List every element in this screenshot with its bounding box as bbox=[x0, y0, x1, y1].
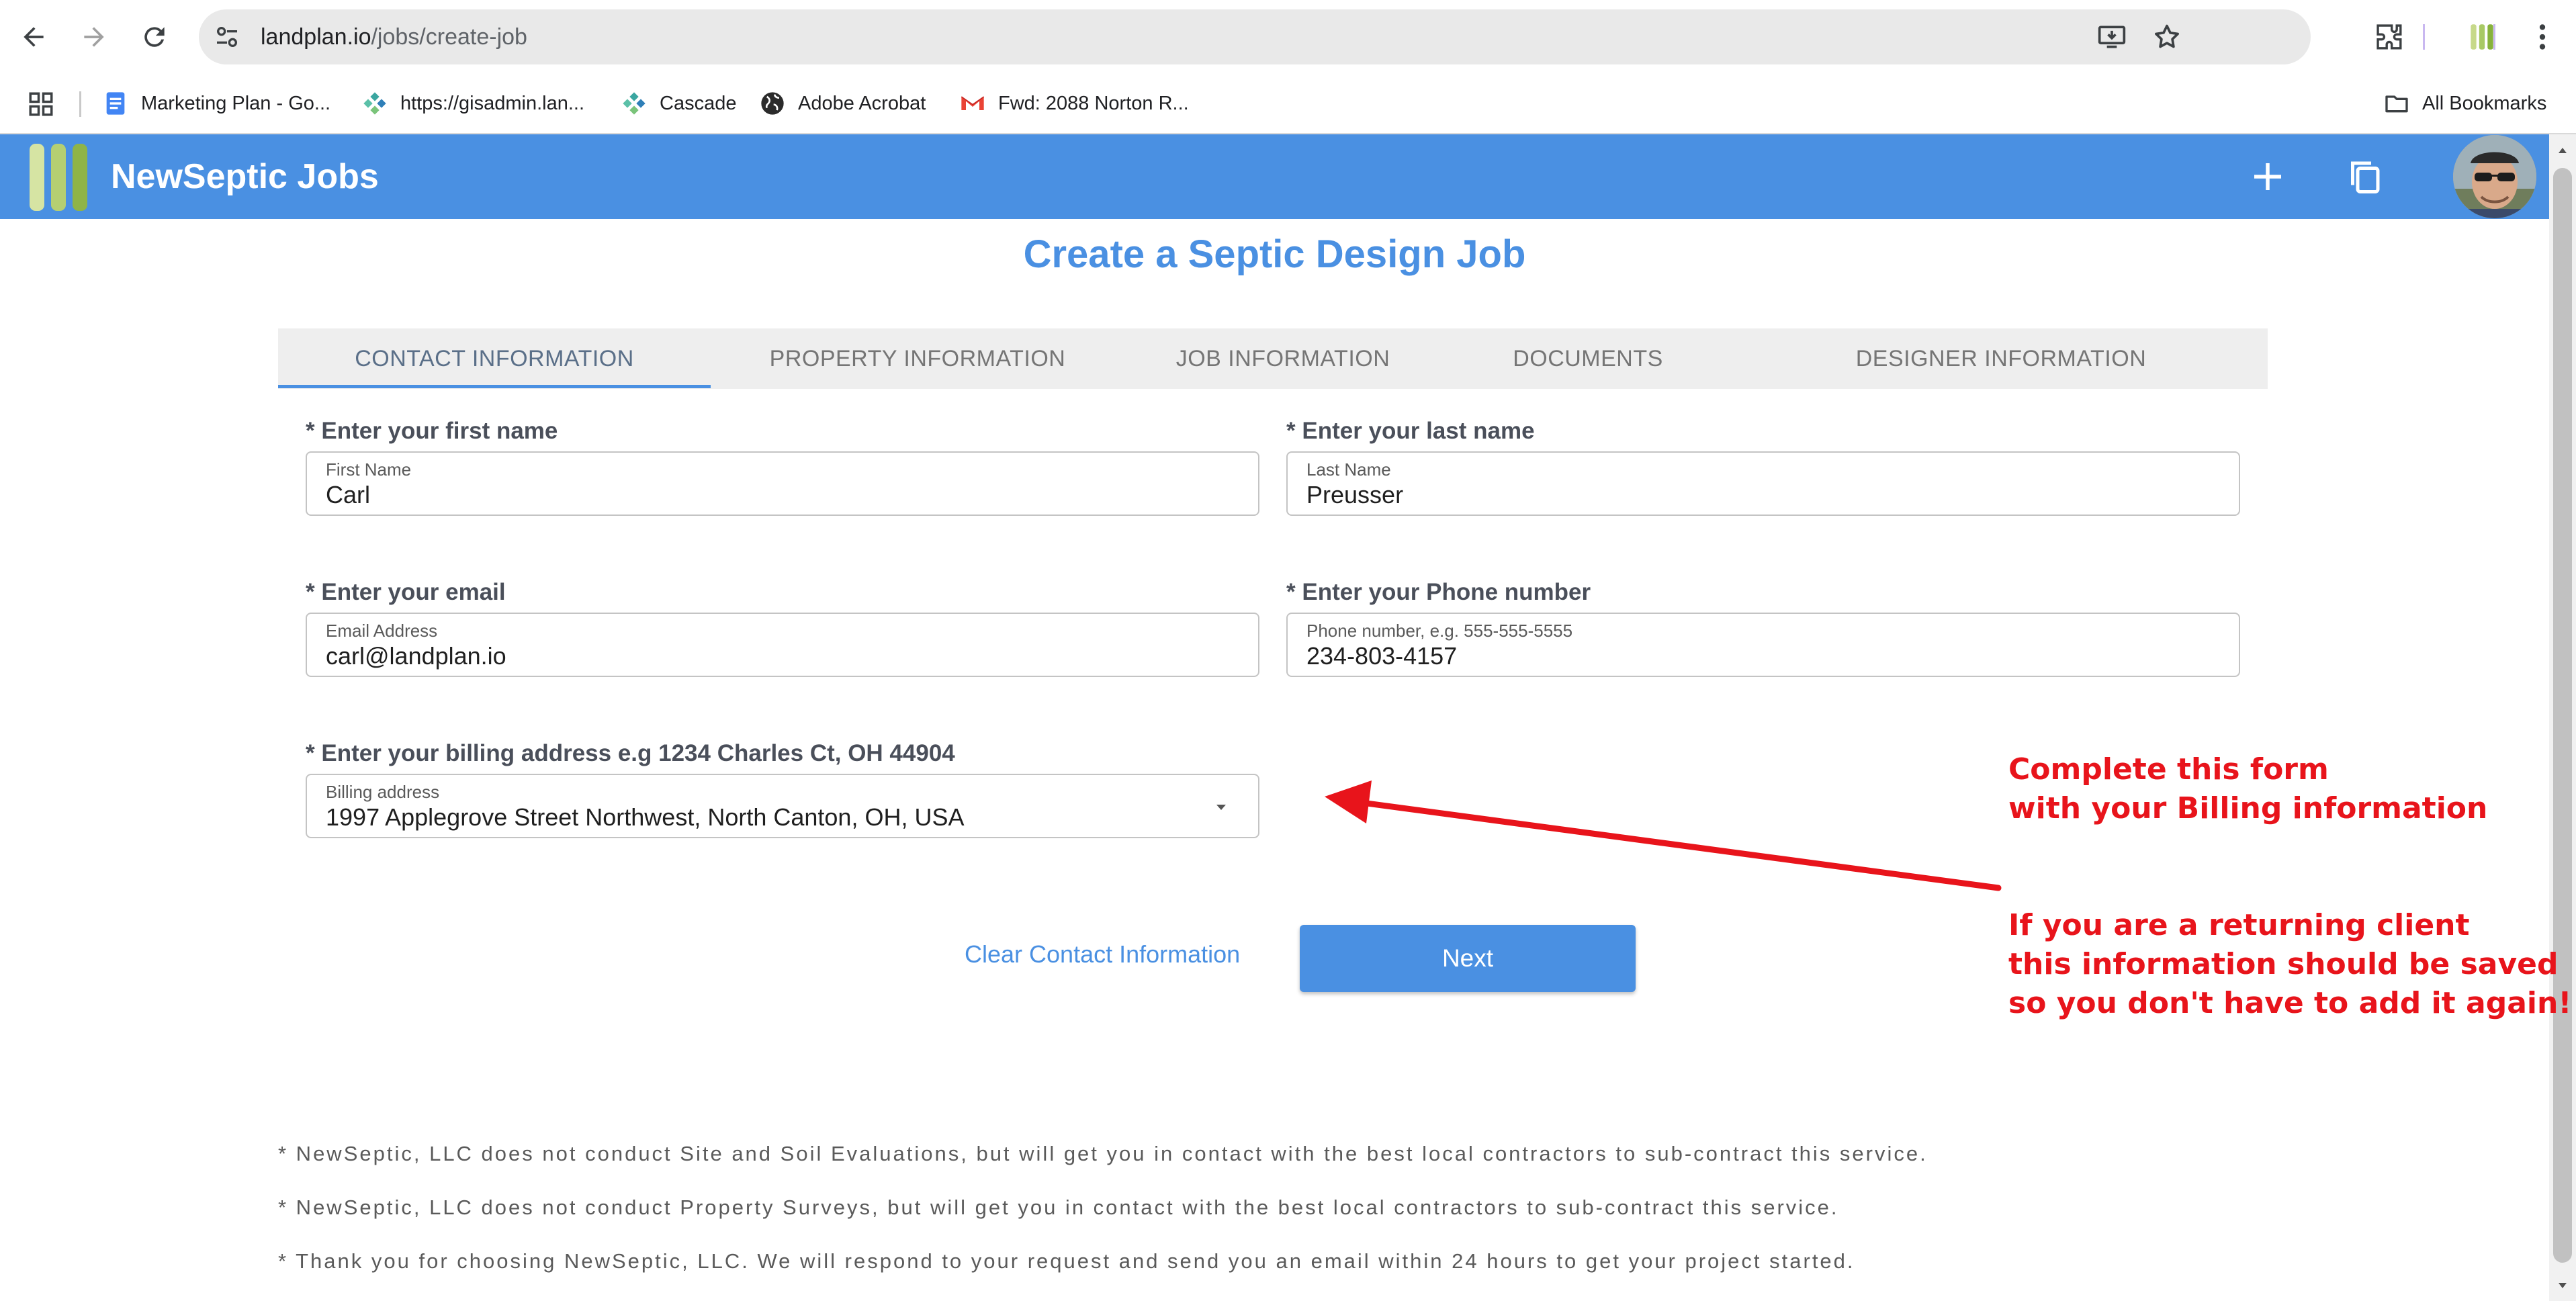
phone-input[interactable] bbox=[1306, 642, 2144, 670]
last-name-input[interactable] bbox=[1306, 481, 2144, 509]
email-prompt: * Enter your email bbox=[306, 579, 506, 605]
last-name-field[interactable]: Last Name bbox=[1286, 451, 2240, 516]
cascade-logo-icon bbox=[623, 92, 646, 115]
address-bar[interactable]: landplan.io/jobs/create-job bbox=[199, 9, 2311, 64]
annotation-line-5: so you don't have to add it again! bbox=[2008, 986, 2572, 1020]
bookmark-label: Cascade bbox=[660, 92, 737, 114]
google-docs-icon bbox=[106, 92, 125, 115]
billing-label: Billing address bbox=[326, 782, 440, 802]
dropdown-caret-icon[interactable] bbox=[1211, 799, 1231, 815]
email-input[interactable] bbox=[326, 642, 1163, 670]
tab-contact-information[interactable]: CONTACT INFORMATION bbox=[278, 328, 711, 389]
kebab-menu-icon[interactable] bbox=[2526, 20, 2559, 54]
extensions-icon[interactable] bbox=[2372, 20, 2406, 54]
url-text[interactable]: landplan.io/jobs/create-job bbox=[261, 9, 527, 64]
next-button[interactable]: Next bbox=[1300, 925, 1636, 992]
forward-icon[interactable] bbox=[74, 17, 114, 57]
note-thank-you: * Thank you for choosing NewSeptic, LLC.… bbox=[278, 1249, 1855, 1273]
billing-prompt: * Enter your billing address e.g 1234 Ch… bbox=[306, 740, 955, 766]
tab-property-information[interactable]: PROPERTY INFORMATION bbox=[716, 328, 1119, 389]
first-name-input[interactable] bbox=[326, 481, 1163, 509]
all-bookmarks-label: All Bookmarks bbox=[2422, 92, 2547, 114]
bookmark-label: Adobe Acrobat bbox=[798, 92, 926, 114]
bookmark-adobe-acrobat[interactable]: Adobe Acrobat bbox=[759, 74, 926, 133]
note-property-surveys: * NewSeptic, LLC does not conduct Proper… bbox=[278, 1196, 1839, 1219]
bookmark-marketing-plan[interactable]: Marketing Plan - Go... bbox=[102, 74, 330, 133]
billing-address-select[interactable]: Billing address 1997 Applegrove Street N… bbox=[306, 774, 1259, 838]
all-bookmarks-button[interactable]: All Bookmarks bbox=[2383, 74, 2546, 133]
form-tabs: CONTACT INFORMATION PROPERTY INFORMATION… bbox=[278, 328, 2268, 389]
email-field[interactable]: Email Address bbox=[306, 613, 1259, 677]
bookmarks-divider bbox=[79, 91, 81, 117]
reload-icon[interactable] bbox=[134, 17, 175, 57]
apps-grid-icon[interactable] bbox=[27, 90, 55, 118]
bookmark-label: https://gisadmin.lan... bbox=[400, 92, 585, 114]
bookmark-star-icon[interactable] bbox=[2152, 22, 2182, 52]
tab-designer-information[interactable]: DESIGNER INFORMATION bbox=[1734, 328, 2268, 389]
globe-icon bbox=[761, 92, 784, 115]
newseptic-logo-icon bbox=[30, 144, 87, 211]
annotation-line-4: this information should be saved bbox=[2008, 947, 2559, 981]
first-name-prompt: * Enter your first name bbox=[306, 418, 558, 444]
site-settings-icon[interactable] bbox=[214, 24, 240, 50]
app-header: NewSeptic Jobs bbox=[0, 134, 2549, 219]
phone-label: Phone number, e.g. 555-555-5555 bbox=[1306, 621, 1573, 641]
avatar-photo-icon bbox=[2453, 135, 2536, 218]
page-title: Create a Septic Design Job bbox=[1023, 232, 1526, 276]
bookmark-label: Fwd: 2088 Norton R... bbox=[998, 92, 1189, 114]
tab-documents[interactable]: DOCUMENTS bbox=[1447, 328, 1729, 389]
bookmark-label: Marketing Plan - Go... bbox=[141, 92, 331, 114]
app-title: NewSeptic Jobs bbox=[111, 157, 379, 196]
add-job-icon[interactable] bbox=[2248, 156, 2288, 197]
phone-prompt: * Enter your Phone number bbox=[1286, 579, 1591, 605]
folder-icon bbox=[2385, 95, 2408, 113]
last-name-label: Last Name bbox=[1306, 459, 1391, 480]
copy-icon[interactable] bbox=[2344, 156, 2385, 197]
back-icon[interactable] bbox=[13, 17, 54, 57]
bookmark-gisadmin[interactable]: https://gisadmin.lan... bbox=[361, 74, 584, 133]
install-app-icon[interactable] bbox=[2097, 22, 2127, 52]
bookmarks-bar: Marketing Plan - Go... https://gisadmin.… bbox=[0, 74, 2576, 134]
scroll-down-icon[interactable] bbox=[2555, 1277, 2571, 1294]
first-name-field[interactable]: First Name bbox=[306, 451, 1259, 516]
billing-value: 1997 Applegrove Street Northwest, North … bbox=[326, 803, 965, 831]
active-tab-indicator bbox=[278, 385, 711, 388]
annotation-line-3: If you are a returning client bbox=[2008, 908, 2470, 942]
bookmark-cascade[interactable]: Cascade bbox=[621, 74, 736, 133]
note-site-soil: * NewSeptic, LLC does not conduct Site a… bbox=[278, 1142, 1928, 1165]
email-label: Email Address bbox=[326, 621, 438, 641]
bookmark-gmail-fwd[interactable]: Fwd: 2088 Norton R... bbox=[959, 74, 1189, 133]
annotation-line-1: Complete this form bbox=[2008, 752, 2329, 787]
gmail-icon bbox=[961, 96, 985, 110]
scroll-thumb[interactable] bbox=[2553, 168, 2572, 1263]
page-scrollbar[interactable] bbox=[2549, 134, 2576, 1301]
toolbar-divider bbox=[2493, 24, 2495, 50]
last-name-prompt: * Enter your last name bbox=[1286, 418, 1535, 444]
user-avatar[interactable] bbox=[2453, 135, 2536, 218]
browser-toolbar: landplan.io/jobs/create-job bbox=[0, 0, 2576, 74]
scroll-up-icon[interactable] bbox=[2555, 142, 2571, 159]
tab-job-information[interactable]: JOB INFORMATION bbox=[1124, 328, 1441, 389]
toolbar-divider bbox=[2423, 24, 2425, 50]
annotation-line-2: with your Billing information bbox=[2008, 791, 2488, 825]
phone-field[interactable]: Phone number, e.g. 555-555-5555 bbox=[1286, 613, 2240, 677]
clear-contact-link[interactable]: Clear Contact Information bbox=[965, 940, 1240, 969]
cascade-logo-icon bbox=[363, 92, 386, 115]
first-name-label: First Name bbox=[326, 459, 412, 480]
